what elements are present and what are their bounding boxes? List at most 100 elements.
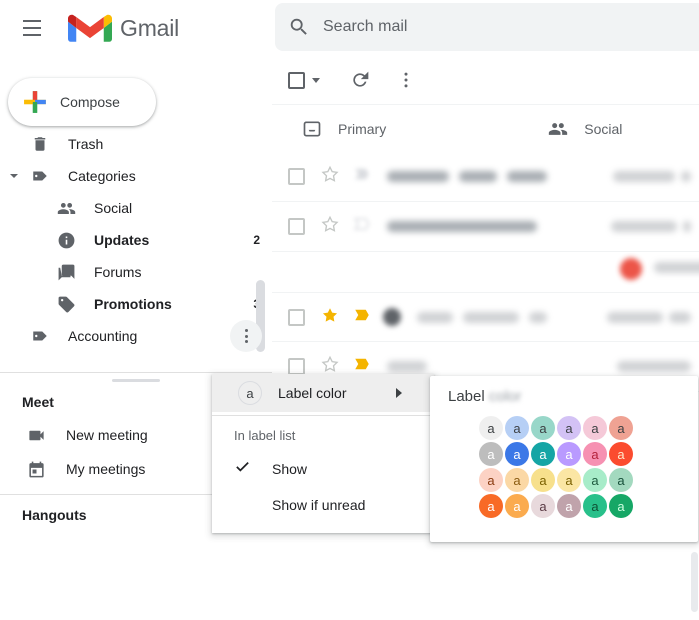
star-icon-filled[interactable] <box>321 306 339 329</box>
color-swatch-3-4[interactable]: a <box>582 493 608 519</box>
mail-tabs: Primary Social <box>272 104 699 152</box>
color-swatch-0-4[interactable]: a <box>582 415 608 441</box>
color-swatch-2-4[interactable]: a <box>582 467 608 493</box>
brand: Gmail <box>68 11 179 45</box>
main-menu-icon[interactable] <box>8 4 56 52</box>
color-swatch-1-0[interactable]: a <box>478 441 504 467</box>
more-vertical-icon[interactable] <box>386 60 426 100</box>
star-icon[interactable] <box>321 215 339 238</box>
color-swatch-2-3[interactable]: a <box>556 467 582 493</box>
tab-primary[interactable]: Primary <box>288 105 400 153</box>
color-swatch-dot: a <box>583 416 607 440</box>
chevron-down-icon[interactable] <box>312 77 320 83</box>
search-input[interactable] <box>323 18 699 36</box>
important-marker-icon[interactable] <box>353 165 371 188</box>
color-swatch-dot: a <box>479 494 503 518</box>
sidebar-item-count: 2 <box>253 233 260 247</box>
color-swatch-0-5[interactable]: a <box>608 415 634 441</box>
color-swatch-3-3[interactable]: a <box>556 493 582 519</box>
sidebar-item-accounting[interactable]: Accounting <box>0 320 272 352</box>
sidebar-item-forums[interactable]: Forums <box>0 256 272 288</box>
color-swatch-dot: a <box>479 468 503 492</box>
row-checkbox[interactable] <box>288 168 305 185</box>
sidebar-item-updates[interactable]: Updates 2 <box>0 224 272 256</box>
menu-item-label: Show if unread <box>272 497 366 513</box>
color-swatch-2-2[interactable]: a <box>530 467 556 493</box>
mail-toolbar <box>272 56 699 104</box>
color-swatch-2-1[interactable]: a <box>504 467 530 493</box>
checkbox-icon[interactable] <box>288 71 305 89</box>
color-swatch-dot: a <box>505 442 529 466</box>
tab-label: Social <box>584 120 623 137</box>
label-tag-icon <box>30 326 50 346</box>
people-icon <box>56 198 76 218</box>
search-bar[interactable] <box>275 3 699 51</box>
chevron-down-icon[interactable] <box>4 171 24 181</box>
color-swatch-dot: a <box>531 416 555 440</box>
color-swatch-1-1[interactable]: a <box>504 441 530 467</box>
sidebar: Trash Categories Social Updates 2 Forums… <box>0 56 272 620</box>
compose-button[interactable]: Compose <box>8 78 156 126</box>
sidebar-item-categories[interactable]: Categories <box>0 160 272 192</box>
search-icon[interactable] <box>275 3 323 51</box>
label-context-menu: a Label color In label list Show Show if… <box>212 374 434 533</box>
color-swatch-1-5[interactable]: a <box>608 441 634 467</box>
color-swatch-2-0[interactable]: a <box>478 467 504 493</box>
color-swatch-1-2[interactable]: a <box>530 441 556 467</box>
sidebar-item-label: Trash <box>68 136 104 152</box>
color-swatch-3-0[interactable]: a <box>478 493 504 519</box>
color-swatch-1-4[interactable]: a <box>582 441 608 467</box>
sidebar-item-trash[interactable]: Trash <box>0 128 272 160</box>
label-color-swatch-icon: a <box>238 381 262 405</box>
color-swatch-0-2[interactable]: a <box>530 415 556 441</box>
check-icon <box>234 458 254 480</box>
menu-item-label-color[interactable]: a Label color <box>212 374 434 412</box>
color-swatch-3-1[interactable]: a <box>504 493 530 519</box>
row-blurred-meta <box>611 221 691 232</box>
color-swatch-0-0[interactable]: a <box>478 415 504 441</box>
tab-label: Primary <box>338 120 387 137</box>
compose-label: Compose <box>60 94 120 110</box>
color-swatch-2-5[interactable]: a <box>608 467 634 493</box>
color-swatch-dot: a <box>531 468 555 492</box>
avatar <box>383 308 401 326</box>
brand-name: Gmail <box>120 14 180 41</box>
color-swatch-0-3[interactable]: a <box>556 415 582 441</box>
label-options-more-vertical-icon[interactable] <box>230 320 262 352</box>
row-checkbox[interactable] <box>288 218 305 235</box>
star-icon[interactable] <box>321 165 339 188</box>
tab-social[interactable]: Social <box>534 105 636 153</box>
select-all-control[interactable] <box>288 71 320 89</box>
color-swatch-3-5[interactable]: a <box>608 493 634 519</box>
sidebar-item-promotions[interactable]: Promotions 3 <box>0 288 272 320</box>
table-row[interactable] <box>272 292 699 342</box>
table-row[interactable] <box>256 152 699 352</box>
color-swatch-dot: a <box>609 494 633 518</box>
row-checkbox[interactable] <box>288 358 305 375</box>
row-checkbox[interactable] <box>288 308 305 326</box>
row-blurred-meta <box>613 171 691 182</box>
sidebar-item-social[interactable]: Social <box>0 192 272 224</box>
menu-item-show[interactable]: Show <box>212 451 434 487</box>
color-swatch-dot: a <box>557 494 581 518</box>
menu-item-show-if-unread[interactable]: Show if unread <box>212 487 434 523</box>
refresh-icon[interactable] <box>340 60 380 100</box>
important-marker-icon-filled[interactable] <box>353 306 371 329</box>
sidebar-item-label: Forums <box>94 264 142 280</box>
table-row[interactable] <box>272 202 699 252</box>
important-marker-icon[interactable] <box>353 215 371 238</box>
gmail-logo-icon <box>68 14 112 42</box>
color-swatch-dot: a <box>609 468 633 492</box>
color-swatch-3-2[interactable]: a <box>530 493 556 519</box>
sidebar-item-label: My meetings <box>66 461 146 477</box>
color-swatch-dot: a <box>609 416 633 440</box>
row-blurred-meta <box>607 311 691 323</box>
menu-section-title: In label list <box>234 428 296 443</box>
color-swatch-0-1[interactable]: a <box>504 415 530 441</box>
color-swatch-dot: a <box>609 442 633 466</box>
color-swatch-1-3[interactable]: a <box>556 441 582 467</box>
color-picker-title-blurred: color <box>488 388 522 405</box>
color-swatch-dot: a <box>505 494 529 518</box>
mail-list-scrollbar-thumb[interactable] <box>691 552 698 612</box>
people-icon <box>548 119 568 139</box>
